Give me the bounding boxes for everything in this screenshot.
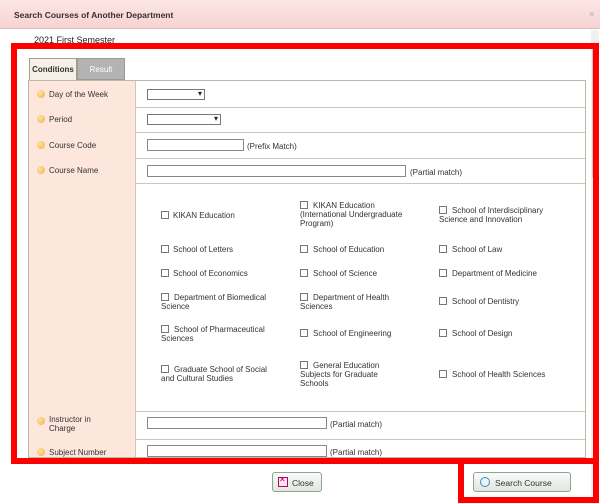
search-course-button[interactable]: Search Course <box>473 472 571 492</box>
close-button-label: Close <box>292 478 314 488</box>
title-bar: Search Courses of Another Department × <box>0 0 600 29</box>
search-magnifier-icon <box>480 477 490 487</box>
close-button[interactable]: ✕ Close <box>272 472 322 492</box>
search-button-label: Search Course <box>495 478 552 488</box>
window-close-icon[interactable]: × <box>589 9 594 19</box>
window-title: Search Courses of Another Department <box>14 10 174 20</box>
highlight-box-form <box>11 43 599 464</box>
close-x-glyph: ✕ <box>279 475 286 484</box>
